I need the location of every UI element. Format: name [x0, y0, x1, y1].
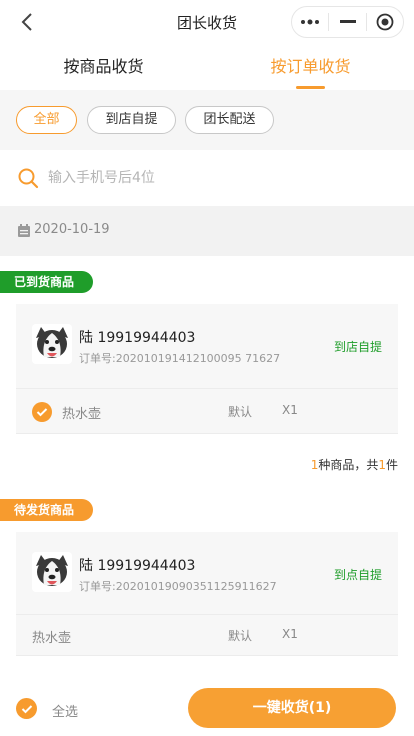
- husky-avatar-icon: [32, 552, 72, 592]
- calendar-icon: [18, 224, 30, 237]
- back-button[interactable]: [16, 10, 40, 34]
- item-quantity: X1: [282, 403, 298, 417]
- minimize-button[interactable]: [329, 7, 365, 37]
- order-number: 订单号:202010191412100095 71627: [79, 352, 281, 365]
- summary-kind-label: 种商品，共: [318, 458, 379, 472]
- check-icon: [36, 408, 48, 417]
- nav-bar: 团长收货: [0, 0, 414, 44]
- tab-by-product[interactable]: 按商品收货: [0, 46, 207, 90]
- husky-avatar-icon: [32, 324, 72, 364]
- mini-program-capsule: [291, 6, 404, 38]
- order-number: 订单号:20201019090351125911627: [79, 580, 277, 593]
- item-name: 热水壶: [32, 631, 72, 646]
- pending-section-badge: 待发货商品: [0, 499, 93, 521]
- confirm-receipt-button[interactable]: 一键收货(1): [188, 688, 396, 728]
- avatar: [32, 552, 72, 592]
- card-divider: [16, 433, 398, 434]
- filter-all[interactable]: 全部: [16, 106, 77, 134]
- avatar: [32, 324, 72, 364]
- order-item-row[interactable]: 热水壶 默认 X1: [16, 614, 398, 658]
- item-spec: 默认: [228, 405, 253, 419]
- chevron-left-icon: [21, 13, 32, 31]
- summary-total-count: 1: [378, 458, 386, 472]
- order-summary: 1种商品，共1件: [311, 456, 398, 473]
- customer-name-phone: 陆 19919944403: [79, 330, 196, 346]
- page: 团长收货 按商品收货 按订单收货 全部 到店自提 团长配送 输入手机号后4位 2…: [0, 0, 414, 736]
- filter-store-pickup[interactable]: 到店自提: [87, 106, 176, 134]
- customer-name-phone: 陆 19919944403: [79, 558, 196, 574]
- filter-leader-delivery[interactable]: 团长配送: [185, 106, 274, 134]
- more-dots-icon: [301, 19, 320, 25]
- tab-by-order[interactable]: 按订单收货: [207, 46, 414, 90]
- bottom-action-bar: 全选 一键收货(1): [0, 680, 414, 736]
- item-checkbox[interactable]: [32, 402, 52, 422]
- select-all-checkbox[interactable]: [16, 698, 37, 719]
- minus-icon: [339, 20, 356, 23]
- card-divider: [16, 655, 398, 656]
- select-all-label[interactable]: 全选: [52, 701, 78, 720]
- order-card[interactable]: 陆 19919944403 订单号:202010191412100095 716…: [16, 304, 398, 434]
- order-item-row[interactable]: 热水壶 默认 X1: [16, 390, 398, 434]
- search-bar: [0, 150, 414, 206]
- more-button[interactable]: [292, 7, 328, 37]
- active-tab-indicator: [296, 86, 325, 89]
- order-card[interactable]: 陆 19919944403 订单号:2020101909035112591162…: [16, 532, 398, 656]
- summary-total-label: 件: [385, 458, 398, 472]
- item-spec: 默认: [228, 629, 253, 643]
- item-quantity: X1: [282, 627, 298, 641]
- pickup-method: 到点自提: [333, 568, 382, 582]
- search-icon: [18, 168, 39, 189]
- card-divider: [16, 388, 398, 389]
- close-miniprogram-button[interactable]: [367, 7, 403, 37]
- arrived-section-badge: 已到货商品: [0, 271, 93, 293]
- filter-bar: 全部 到店自提 团长配送: [0, 90, 414, 150]
- order-date: 2020-10-19: [34, 222, 110, 237]
- target-circle-icon: [376, 13, 394, 31]
- item-name: 热水壶: [62, 407, 102, 422]
- check-icon: [21, 704, 32, 713]
- phone-search-input[interactable]: [48, 164, 388, 192]
- pickup-method: 到店自提: [333, 340, 382, 354]
- date-header: 2020-10-19: [0, 206, 414, 256]
- tab-bar: 按商品收货 按订单收货: [0, 46, 414, 90]
